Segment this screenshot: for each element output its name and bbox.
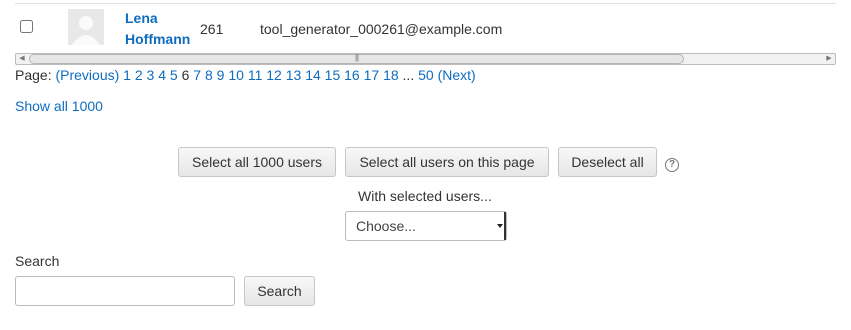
scroll-right-arrow-icon[interactable]: ▶ bbox=[824, 54, 834, 64]
scrollbar-grip: ||| bbox=[354, 53, 359, 62]
paging-current-page: 6 bbox=[181, 67, 190, 83]
paging-page-link[interactable]: 4 bbox=[158, 67, 166, 83]
paging-page-link[interactable]: 9 bbox=[217, 67, 225, 83]
paging-page-link[interactable]: 7 bbox=[193, 67, 201, 83]
paging-page-link[interactable]: 16 bbox=[344, 67, 360, 83]
bulk-action-selected-value: Choose... bbox=[356, 218, 416, 234]
paging-page-link[interactable]: 8 bbox=[205, 67, 213, 83]
horizontal-scrollbar[interactable]: ◀ ||| ▶ bbox=[15, 53, 836, 65]
paging-page-link[interactable]: 15 bbox=[325, 67, 341, 83]
pagination: Page: (Previous) 1 2 3 4 5 6 7 8 9 10 11… bbox=[15, 67, 476, 83]
paging-page-link[interactable]: 12 bbox=[266, 67, 282, 83]
select-all-users-button[interactable]: Select all 1000 users bbox=[178, 147, 336, 177]
help-icon[interactable]: ? bbox=[665, 158, 679, 172]
paging-page-link[interactable]: 3 bbox=[147, 67, 155, 83]
paging-page-link[interactable]: 2 bbox=[135, 67, 143, 83]
with-selected-label: With selected users... bbox=[358, 188, 492, 204]
paging-pages: 1 2 3 4 5 6 7 8 9 10 11 12 13 14 15 16 1… bbox=[123, 67, 402, 83]
paging-next-link[interactable]: (Next) bbox=[438, 67, 476, 83]
row-select-checkbox[interactable] bbox=[20, 20, 33, 33]
paging-previous-link[interactable]: (Previous) bbox=[55, 67, 119, 83]
user-fullname-link[interactable]: Lena Hoffmann bbox=[125, 8, 190, 50]
paging-label: Page: bbox=[15, 67, 52, 83]
scroll-left-arrow-icon[interactable]: ◀ bbox=[17, 54, 27, 64]
dropdown-arrow-icon bbox=[497, 224, 503, 228]
paging-page-link[interactable]: 18 bbox=[383, 67, 399, 83]
search-input[interactable] bbox=[15, 276, 235, 306]
paging-page-link[interactable]: 10 bbox=[228, 67, 244, 83]
select-page-users-button[interactable]: Select all users on this page bbox=[345, 147, 549, 177]
deselect-all-button[interactable]: Deselect all bbox=[558, 147, 657, 177]
user-email: tool_generator_000261@example.com bbox=[260, 21, 503, 37]
user-first-name[interactable]: Lena bbox=[125, 8, 190, 29]
paging-page-link[interactable]: 13 bbox=[286, 67, 302, 83]
paging-page-last[interactable]: 50 bbox=[418, 67, 434, 83]
search-label: Search bbox=[15, 253, 60, 269]
paging-page-link[interactable]: 11 bbox=[248, 67, 263, 83]
search-button[interactable]: Search bbox=[244, 276, 315, 306]
paging-page-link[interactable]: 17 bbox=[364, 67, 380, 83]
paging-page-link[interactable]: 14 bbox=[305, 67, 321, 83]
user-last-name[interactable]: Hoffmann bbox=[125, 29, 190, 50]
paging-page-link[interactable]: 1 bbox=[123, 67, 131, 83]
paging-ellipsis: ... bbox=[402, 67, 415, 83]
bulk-action-select[interactable]: Choose... bbox=[345, 211, 507, 241]
paging-page-link[interactable]: 5 bbox=[170, 67, 178, 83]
table-row: Lena Hoffmann 261 tool_generator_000261@… bbox=[15, 4, 836, 52]
scrollbar-thumb[interactable]: ||| bbox=[29, 54, 684, 64]
select-edge bbox=[504, 212, 506, 240]
show-all-link[interactable]: Show all 1000 bbox=[15, 98, 103, 114]
user-id: 261 bbox=[200, 21, 224, 37]
user-placeholder-icon bbox=[68, 9, 104, 45]
avatar[interactable] bbox=[68, 9, 104, 45]
